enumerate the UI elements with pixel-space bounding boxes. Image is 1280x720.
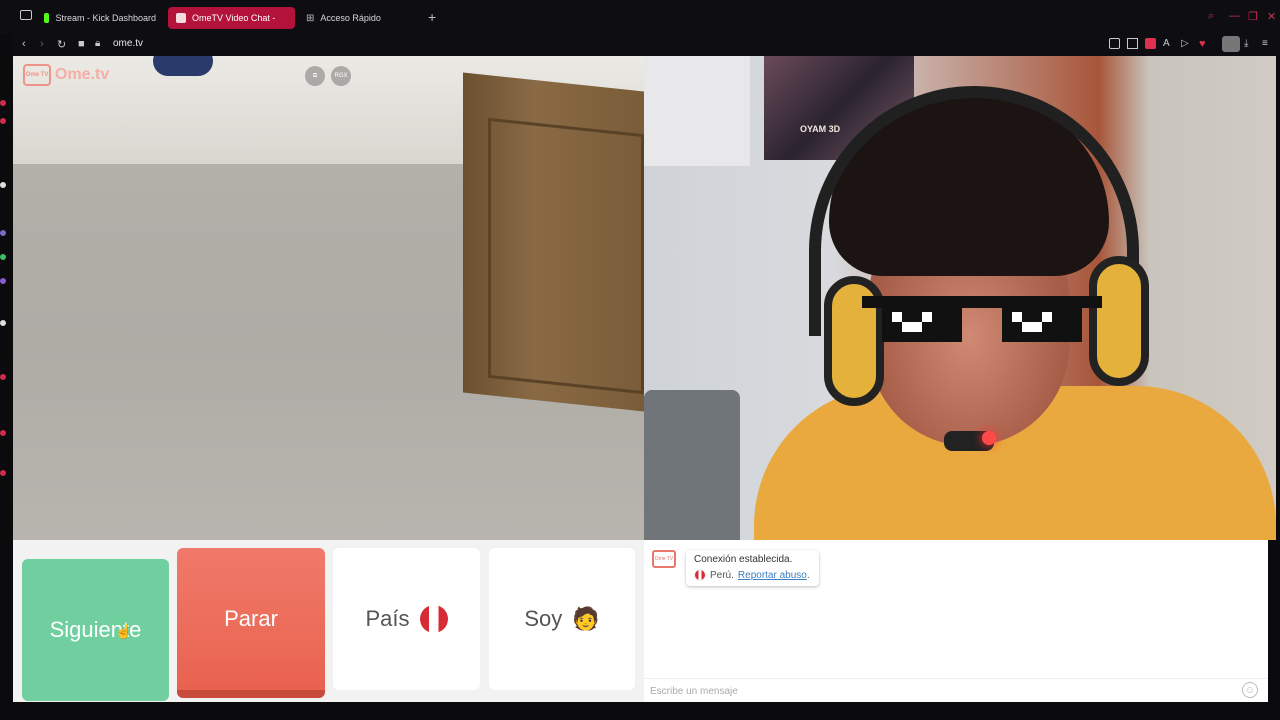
video-door-panel: [488, 117, 644, 395]
sidebar-item-icon[interactable]: [0, 118, 6, 124]
sidebar-item-icon[interactable]: [0, 430, 6, 436]
sidebar-item-icon[interactable]: [0, 374, 6, 380]
gender-button[interactable]: Soy 🧑: [489, 548, 635, 690]
sidebar-item-icon[interactable]: [0, 320, 6, 326]
chat-input-bar: [644, 678, 1268, 702]
tab-label: Stream - Kick Dashboard: [55, 13, 156, 23]
emoji-icon[interactable]: ☺: [1242, 682, 1258, 698]
country-name: Perú.: [710, 569, 734, 581]
sidebar-item-icon[interactable]: [0, 230, 6, 236]
report-suffix: .: [806, 569, 810, 581]
kick-icon: [44, 13, 50, 23]
local-video: [13, 56, 644, 540]
reload-icon[interactable]: ↻: [57, 38, 66, 51]
tab-acceso-rapido[interactable]: ⊞ Acceso Rápido: [298, 7, 418, 29]
peru-flag-icon: [419, 605, 448, 633]
ometv-logo: Ome TV Ome.tv: [23, 64, 109, 86]
play-icon[interactable]: ▷: [1181, 38, 1192, 49]
back-icon[interactable]: ‹: [22, 38, 26, 50]
system-message: Conexión establecida. Perú. Reportar abu…: [686, 550, 819, 586]
video-chair: [644, 390, 740, 540]
browser-menu-icon[interactable]: [20, 10, 32, 20]
stop-button[interactable]: Parar: [177, 548, 325, 698]
address-bar: [0, 34, 1280, 56]
bottom-strip: [0, 702, 1280, 720]
peru-flag-icon: [694, 569, 706, 581]
next-button[interactable]: Siguiente: [22, 559, 169, 701]
browser-sidebar: [0, 34, 12, 720]
heart-icon[interactable]: ♥: [1199, 38, 1210, 50]
tab-ometv[interactable]: OmeTV Video Chat -: [168, 7, 295, 29]
sidebar-item-icon[interactable]: [0, 100, 6, 106]
bookmark-icon[interactable]: [1109, 38, 1120, 49]
person-emoji-icon: 🧑: [572, 606, 600, 631]
stop-button-label: Parar: [224, 606, 278, 631]
camera-icon[interactable]: ■: [78, 38, 85, 50]
ometv-logo-icon: Ome TV: [23, 64, 51, 86]
sidebar-item-icon[interactable]: [0, 254, 6, 260]
message-input[interactable]: [650, 683, 1230, 699]
ometv-favicon-icon: [176, 13, 186, 23]
remote-video: OYAM 3D: [644, 56, 1276, 540]
lock-icon: 🔒︎: [95, 38, 101, 49]
ometv-logo-text: Ome.tv: [55, 66, 110, 83]
translate-icon[interactable]: A: [1163, 38, 1174, 49]
search-icon[interactable]: ⌕: [1208, 10, 1214, 23]
resolution-icon[interactable]: RGX: [331, 66, 351, 86]
grid-icon: ⊞: [306, 12, 315, 24]
pip-icon[interactable]: ⧉: [305, 66, 325, 86]
sidebar-item-icon[interactable]: [0, 182, 6, 188]
download-icon[interactable]: ⤓: [1244, 38, 1255, 49]
forward-icon[interactable]: ›: [40, 38, 44, 50]
video-object: [153, 56, 213, 76]
pixel-sunglasses: [862, 296, 1102, 342]
screenshot-icon[interactable]: [1127, 38, 1138, 49]
url-field[interactable]: ome.tv: [113, 38, 143, 49]
sidebar-item-icon[interactable]: [0, 470, 6, 476]
sidebar-item-icon[interactable]: [0, 278, 6, 284]
avatar[interactable]: [1222, 36, 1240, 52]
minimize-icon[interactable]: —: [1229, 10, 1240, 22]
country-line: Perú. Reportar abuso.: [694, 569, 811, 581]
gender-button-label: Soy: [524, 606, 563, 631]
connection-status: Conexión establecida.: [694, 554, 793, 565]
country-button-label: País: [365, 606, 410, 631]
shield-icon[interactable]: [1145, 38, 1156, 49]
report-abuse-link[interactable]: Reportar abuso: [738, 570, 807, 581]
country-button[interactable]: País: [333, 548, 480, 690]
ometv-chat-logo-icon: Ome TV: [652, 550, 676, 568]
close-icon[interactable]: ✕: [1267, 10, 1276, 23]
video-paper: [644, 56, 750, 166]
tab-label: Acceso Rápido: [320, 13, 381, 23]
tab-kick-dashboard[interactable]: Stream - Kick Dashboard: [36, 7, 164, 29]
new-tab-icon[interactable]: +: [428, 10, 436, 24]
hand-cursor-icon: ☝: [115, 623, 133, 639]
video-mic-led: [982, 431, 996, 445]
maximize-icon[interactable]: ❐: [1248, 10, 1258, 23]
hamburger-icon[interactable]: ≡: [1262, 38, 1273, 49]
tab-label: OmeTV Video Chat -: [192, 13, 276, 23]
video-poster-text: OYAM 3D: [800, 124, 841, 134]
